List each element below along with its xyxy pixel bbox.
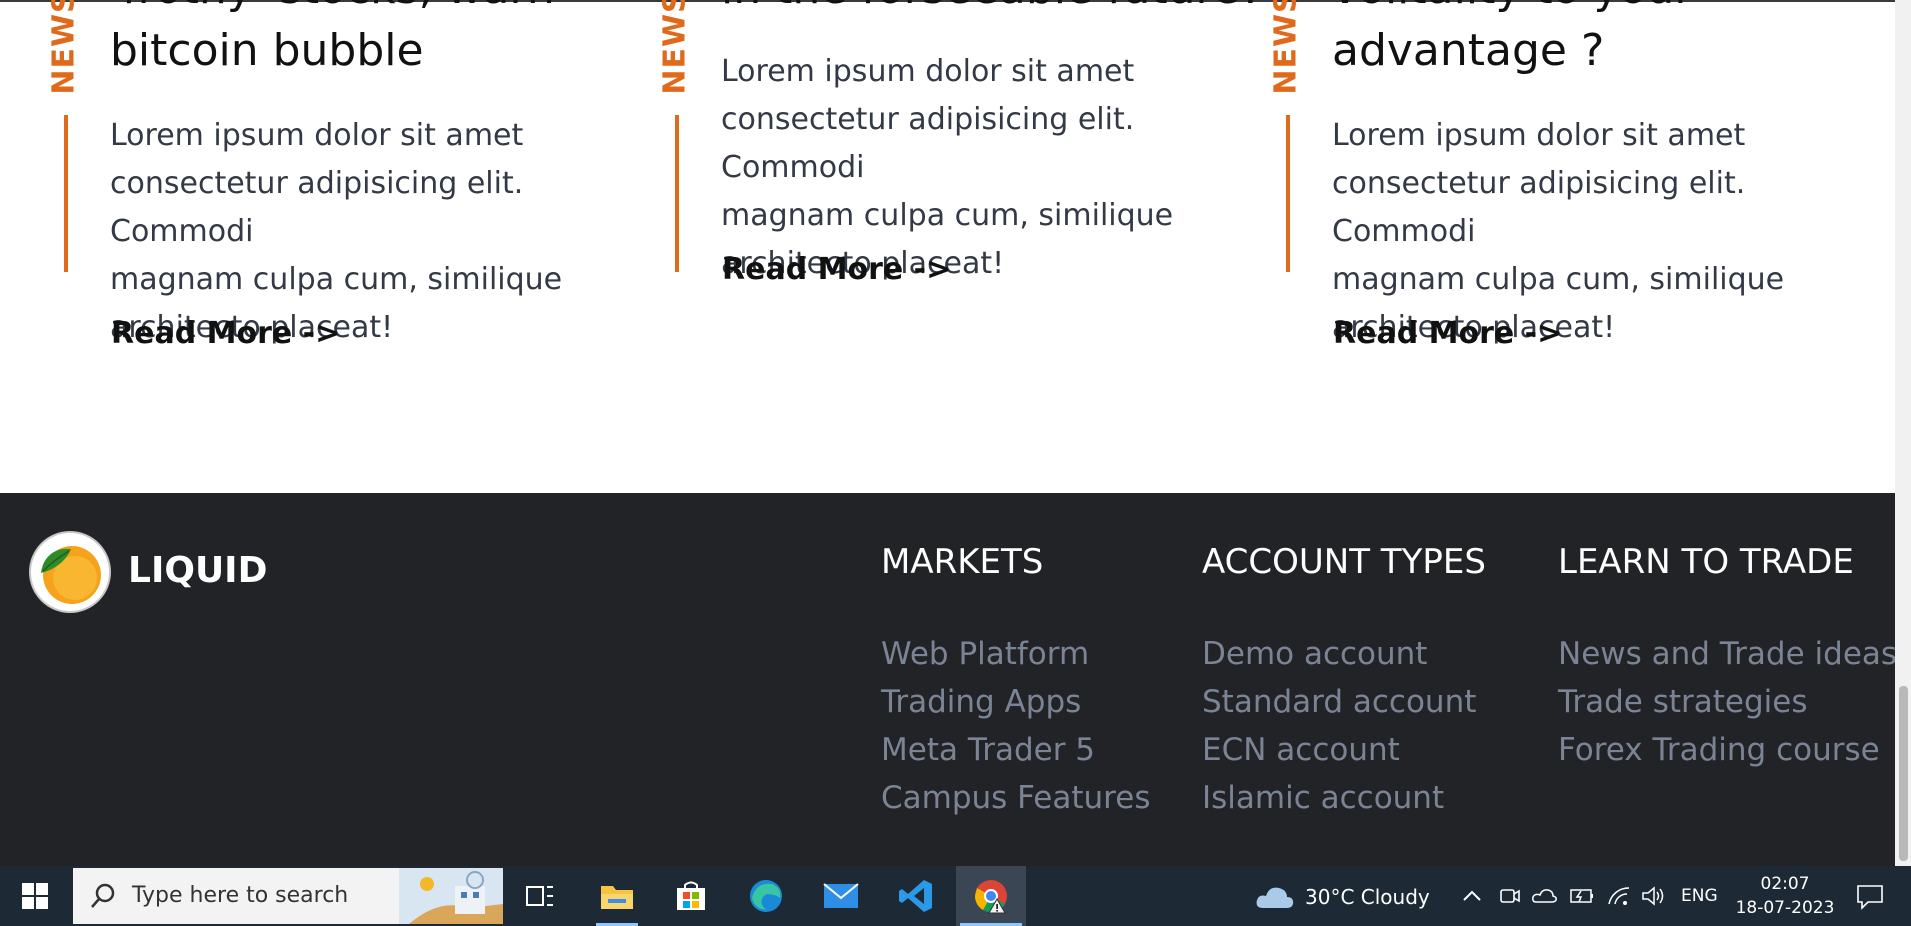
news-card: NEWS in the forseeable future? Lorem ips… <box>611 0 1264 380</box>
news-tag: NEWS <box>657 0 693 95</box>
read-more-link[interactable]: Read More -> <box>722 252 951 287</box>
footer-link[interactable]: Demo account <box>1202 630 1486 678</box>
onedrive-icon[interactable] <box>1531 886 1557 906</box>
notifications-icon[interactable] <box>1856 884 1884 910</box>
chrome-icon[interactable] <box>956 866 1026 926</box>
file-explorer-icon[interactable] <box>582 866 652 926</box>
footer-column-learn-to-trade: LEARN TO TRADE News and Trade ideas Trad… <box>1558 542 1897 774</box>
news-card: NEWS volitality to your advantage ? Lore… <box>1222 0 1785 380</box>
news-title[interactable]: 'frothy' stocks, warn bitcoin bubble <box>110 0 670 82</box>
windows-taskbar: Type here to search 30°C Cloudy ENG 02:0… <box>0 866 1911 926</box>
search-icon <box>91 883 115 908</box>
footer-link[interactable]: News and Trade ideas <box>1558 630 1897 678</box>
microsoft-store-icon[interactable] <box>656 866 726 926</box>
news-title[interactable]: in the forseeable future? <box>721 0 1281 20</box>
news-card: NEWS 'frothy' stocks, warn bitcoin bubbl… <box>0 0 563 380</box>
news-tag: NEWS <box>46 0 82 95</box>
footer-column-heading: ACCOUNT TYPES <box>1202 542 1486 582</box>
clock-time: 02:07 <box>1760 874 1810 894</box>
windows-start-icon[interactable] <box>0 866 70 926</box>
task-view-icon[interactable] <box>505 866 575 926</box>
footer-link[interactable]: Standard account <box>1202 678 1486 726</box>
mail-icon[interactable] <box>806 866 876 926</box>
news-accent-bar <box>64 115 68 272</box>
news-accent-bar <box>1286 115 1290 272</box>
input-language[interactable]: ENG <box>1681 886 1718 906</box>
footer-link[interactable]: ECN account <box>1202 726 1486 774</box>
footer-link[interactable]: Campus Features <box>881 774 1150 822</box>
liquid-logo-icon[interactable] <box>31 533 109 611</box>
meet-now-icon[interactable] <box>1499 884 1521 908</box>
news-tag: NEWS <box>1268 0 1304 95</box>
read-more-link[interactable]: Read More -> <box>1333 316 1562 351</box>
footer-link[interactable]: Trading Apps <box>881 678 1150 726</box>
volume-icon[interactable] <box>1641 886 1667 906</box>
search-highlight-illustration-icon <box>399 868 503 924</box>
page-scrollbar[interactable] <box>1895 0 1911 866</box>
battery-charging-icon[interactable] <box>1569 886 1595 906</box>
footer-column-heading: LEARN TO TRADE <box>1558 542 1854 582</box>
read-more-link[interactable]: Read More -> <box>111 316 340 351</box>
search-placeholder: Type here to search <box>132 883 349 908</box>
wifi-icon[interactable] <box>1607 886 1631 906</box>
footer-link[interactable]: Trade strategies <box>1558 678 1897 726</box>
footer-column-account-types: ACCOUNT TYPES Demo account Standard acco… <box>1202 542 1486 822</box>
scrollbar-thumb[interactable] <box>1899 686 1908 861</box>
chevron-up-icon[interactable] <box>1462 888 1482 904</box>
brand-name[interactable]: LIQUID <box>128 550 267 591</box>
footer-link[interactable]: Meta Trader 5 <box>881 726 1150 774</box>
news-accent-bar <box>675 115 679 272</box>
footer-column-markets: MARKETS Web Platform Trading Apps Meta T… <box>881 542 1150 822</box>
news-title[interactable]: volitality to your advantage ? <box>1332 0 1892 82</box>
taskbar-search-box[interactable]: Type here to search <box>73 868 503 924</box>
cloudy-weather-icon[interactable] <box>1255 884 1295 910</box>
footer-link[interactable]: Islamic account <box>1202 774 1486 822</box>
site-footer: LIQUID MARKETS Web Platform Trading Apps… <box>0 493 1897 866</box>
edge-icon[interactable] <box>731 866 801 926</box>
footer-link[interactable]: Forex Trading course <box>1558 726 1897 774</box>
weather-text[interactable]: 30°C Cloudy <box>1305 885 1430 909</box>
footer-link[interactable]: Web Platform <box>881 630 1150 678</box>
clock[interactable]: 02:07 18-07-2023 <box>1730 872 1840 920</box>
clock-date: 18-07-2023 <box>1735 898 1835 918</box>
vscode-icon[interactable] <box>881 866 951 926</box>
footer-column-heading: MARKETS <box>881 542 1044 582</box>
